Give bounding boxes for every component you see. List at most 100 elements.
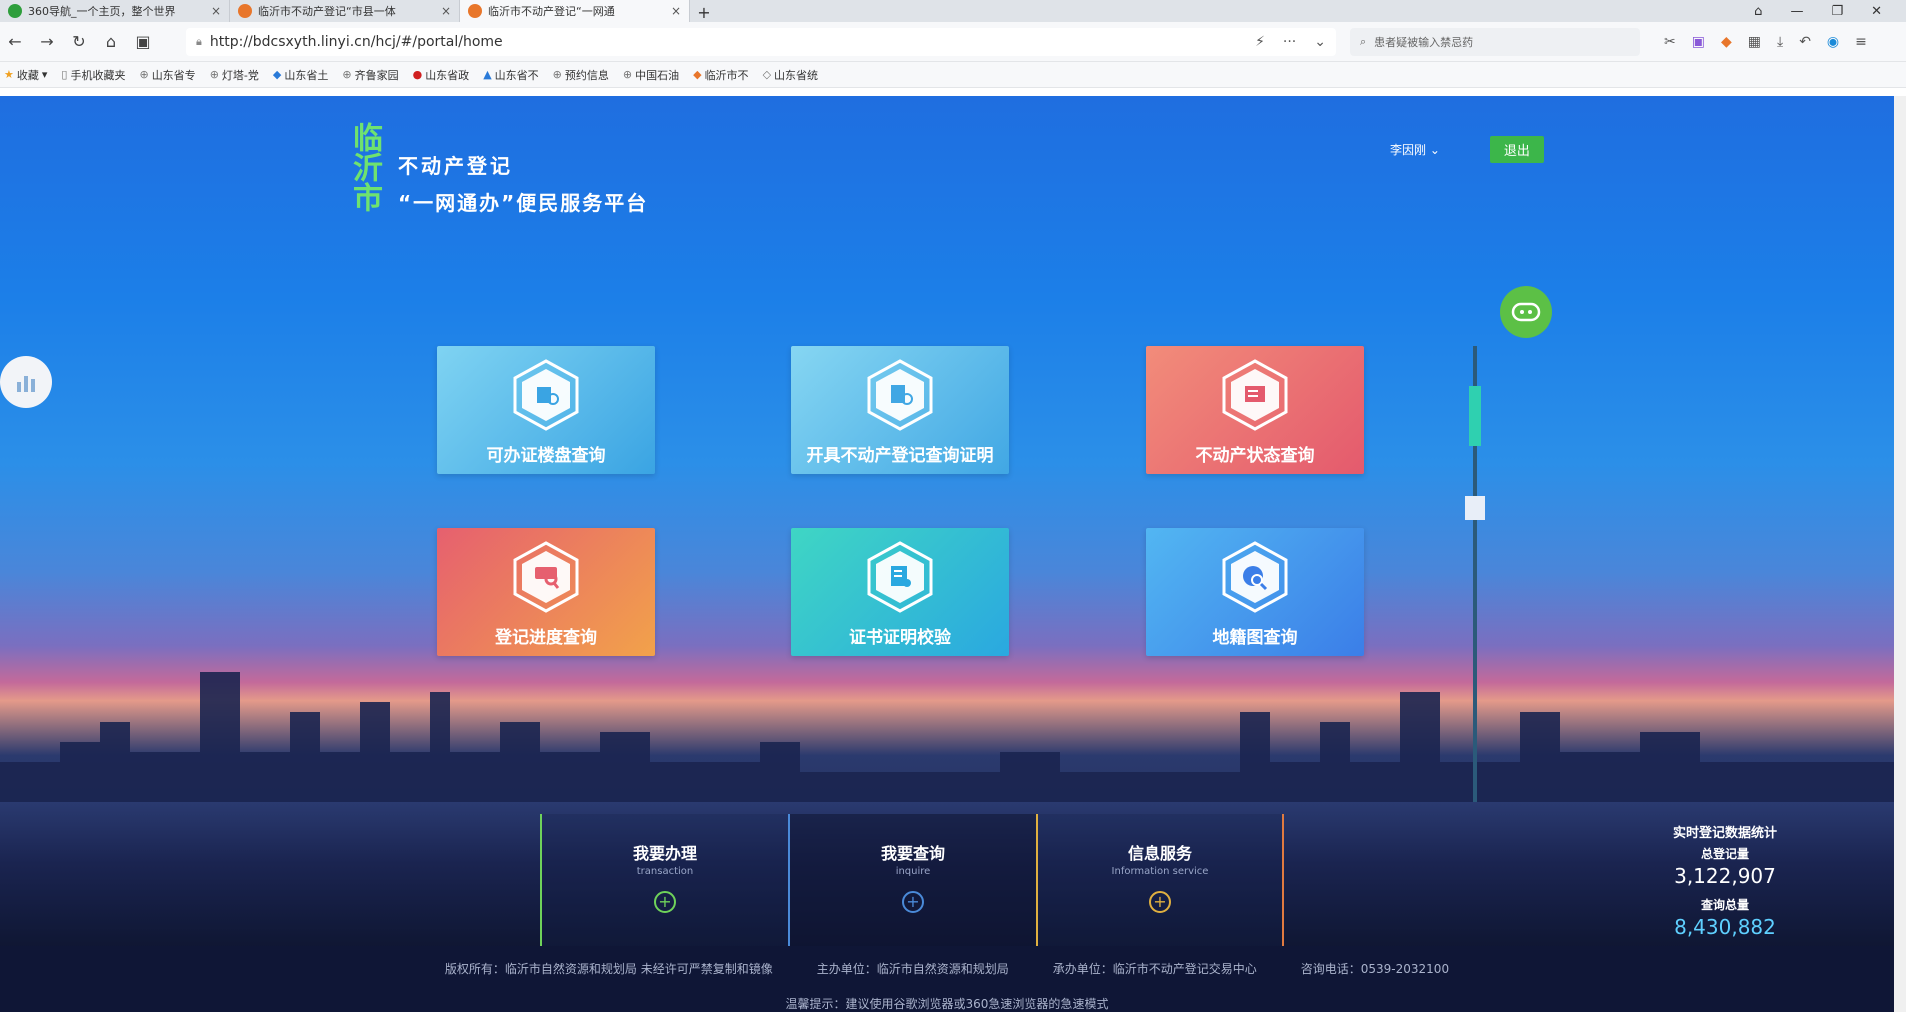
building-search-icon — [513, 359, 579, 431]
bookmark-item[interactable]: ⊕ 山东省专 — [139, 67, 195, 83]
footer-copyright: 版权所有：临沂市自然资源和规划局 未经许可严禁复制和镜像 — [444, 962, 773, 976]
window-controls: ⌂ — ❐ ✕ — [1754, 4, 1906, 19]
apps-grid-icon[interactable]: ▦ — [1748, 34, 1761, 50]
chevron-down-icon[interactable]: ⌄ — [1314, 34, 1326, 50]
browser-logo-icon[interactable]: ◉ — [1827, 34, 1839, 50]
user-menu[interactable]: 李因刚 ⌄ — [1390, 141, 1440, 158]
page-footer: 版权所有：临沂市自然资源和规划局 未经许可严禁复制和镜像 主办单位：临沂市自然资… — [0, 946, 1894, 1012]
stats-title: 实时登记数据统计 — [1672, 826, 1777, 841]
nav-information-service[interactable]: 信息服务 Information service + — [1036, 814, 1284, 946]
tab-close-icon[interactable]: × — [211, 4, 221, 18]
skin-icon[interactable]: ⌂ — [1754, 4, 1762, 19]
bookmark-item[interactable]: ◆ 临沂市不 — [693, 67, 748, 83]
plus-circle-icon[interactable]: + — [654, 891, 676, 913]
bookmark-favorites[interactable]: ★ 收藏 ▾ — [4, 67, 47, 83]
plus-circle-icon[interactable]: + — [1149, 891, 1171, 913]
user-area: 李因刚 ⌄ 退出 — [1390, 136, 1544, 163]
caret-down-icon: ▾ — [41, 68, 48, 81]
close-window-icon[interactable]: ✕ — [1871, 4, 1882, 19]
chevron-down-icon: ⌄ — [1429, 143, 1440, 157]
bookmark-item[interactable]: ◆ 山东省土 — [273, 67, 328, 83]
bottom-nav: 我要办理 transaction + 我要查询 inquire + 信息服务 I… — [540, 814, 1284, 946]
status-query-icon — [1222, 359, 1288, 431]
game-icon[interactable]: ◆ — [1721, 34, 1732, 50]
briefcase-icon[interactable]: ▣ — [134, 32, 152, 51]
back-icon[interactable]: ← — [6, 32, 24, 51]
tile-label: 登记进度查询 — [495, 628, 597, 648]
bookmark-item[interactable]: ◇ 山东省统 — [763, 67, 818, 83]
download-icon[interactable]: ⤓ — [1777, 34, 1783, 50]
bookmark-item[interactable]: ⊕ 中国石油 — [623, 67, 679, 83]
tile-certificate-issue[interactable]: 开具不动产登记查询证明 — [791, 346, 1009, 474]
browser-tab-2[interactable]: 临沂市不动产登记“市县一体 × — [230, 0, 460, 22]
nav-transaction[interactable]: 我要办理 transaction + — [540, 814, 788, 946]
url-field[interactable]: 🔒︎ http://bdcsxyth.linyi.cn/hcj/#/portal… — [186, 27, 1336, 56]
bookmark-item[interactable]: ▲ 山东省不 — [483, 67, 538, 83]
logout-button[interactable]: 退出 — [1489, 136, 1544, 163]
browser-tab-3[interactable]: 临沂市不动产登记“一网通 × — [460, 0, 690, 22]
tile-map-query[interactable]: 地籍图查询 — [1146, 528, 1364, 656]
bookmark-item[interactable]: ⊕ 齐鲁家园 — [342, 67, 398, 83]
bookmark-icon: ◆ — [272, 68, 282, 81]
emblem-icon: ● — [412, 68, 423, 81]
footer-phone: 咨询电话：0539-2032100 — [1300, 962, 1450, 976]
search-input[interactable]: ⌕ 患者疑被输入禁忌药 — [1350, 27, 1640, 56]
translate-icon[interactable]: ▣ — [1692, 34, 1705, 50]
more-icon[interactable]: ··· — [1283, 34, 1296, 50]
new-tab-button[interactable]: + — [690, 3, 718, 22]
tab-favicon-icon — [238, 4, 252, 18]
site-title-line1: 不动产登记 — [398, 154, 513, 178]
certificate-icon — [867, 359, 933, 431]
nav-subtitle: Information service — [1111, 866, 1209, 877]
browser-toolbar: ✂ ▣ ◆ ▦ ⤓ ↶ ◉ ≡ — [1664, 34, 1867, 50]
globe-icon: ⊕ — [622, 68, 633, 81]
page-scrollbar[interactable] — [1894, 96, 1906, 1012]
tile-building-query[interactable]: 可办证楼盘查询 — [437, 346, 655, 474]
shield-icon: ◇ — [762, 68, 772, 81]
bookmark-item[interactable]: ● 山东省政 — [413, 67, 470, 83]
forward-icon[interactable]: → — [38, 32, 56, 51]
tile-certificate-verify[interactable]: 证书证明校验 — [791, 528, 1009, 656]
footer-host: 主办单位：临沂市自然资源和规划局 — [816, 962, 1009, 976]
query-label: 查询总量 — [1700, 898, 1749, 912]
globe-icon: ⊕ — [342, 68, 352, 81]
nav-subtitle: inquire — [895, 866, 931, 877]
tile-label: 开具不动产登记查询证明 — [806, 446, 994, 466]
reload-icon[interactable]: ↻ — [70, 32, 88, 51]
bookmark-item[interactable]: ⊕ 灯塔-党 — [210, 67, 259, 83]
robot-icon — [1511, 302, 1541, 322]
home-icon[interactable]: ⌂ — [102, 32, 120, 51]
tile-status-query[interactable]: 不动产状态查询 — [1146, 346, 1364, 474]
bookmark-icon: ◆ — [693, 68, 702, 81]
plus-circle-icon[interactable]: + — [902, 891, 924, 913]
chat-robot-button[interactable] — [1500, 286, 1552, 338]
scissors-icon[interactable]: ✂ — [1664, 34, 1676, 50]
browser-tab-1[interactable]: 360导航_一个主页，整个世界 × — [0, 0, 230, 22]
bar-chart-icon — [17, 376, 35, 392]
nav-title: 我要查询 — [880, 844, 945, 863]
nav-inquire[interactable]: 我要查询 inquire + — [788, 814, 1036, 946]
total-label: 总登记量 — [1700, 847, 1749, 861]
statistics-button[interactable] — [0, 356, 52, 408]
menu-icon[interactable]: ≡ — [1855, 34, 1867, 50]
tile-progress-query[interactable]: 登记进度查询 — [437, 528, 655, 656]
site-title-line2: “一网通办”便民服务平台 — [398, 191, 649, 215]
bookmark-item[interactable]: ▯ 手机收藏夹 — [61, 67, 125, 83]
tab-favicon-icon — [468, 4, 482, 18]
bookmarks-bar: ★ 收藏 ▾ ▯ 手机收藏夹 ⊕ 山东省专 ⊕ 灯塔-党 ◆ 山东省土 ⊕ 齐鲁家园 ● 山东省… — [0, 62, 1906, 88]
lightning-icon[interactable]: ⚡︎ — [1255, 34, 1265, 50]
tab-close-icon[interactable]: × — [441, 4, 451, 18]
total-value: 3,122,907 — [1674, 864, 1776, 888]
undo-icon[interactable]: ↶ — [1799, 34, 1811, 50]
bookmark-item[interactable]: ⊕ 预约信息 — [553, 67, 609, 83]
certificate-verify-icon — [867, 541, 933, 613]
globe-icon: ⊕ — [139, 68, 149, 81]
progress-query-icon — [513, 541, 579, 613]
tab-close-icon[interactable]: × — [671, 4, 681, 18]
restore-icon[interactable]: ❐ — [1831, 4, 1843, 19]
url-text[interactable]: http://bdcsxyth.linyi.cn/hcj/#/portal/ho… — [210, 34, 1247, 50]
minimize-icon[interactable]: — — [1790, 4, 1803, 19]
search-icon: ⌕ — [1360, 34, 1367, 48]
tab-favicon-icon — [8, 4, 22, 18]
nav-subtitle: transaction — [636, 866, 694, 877]
